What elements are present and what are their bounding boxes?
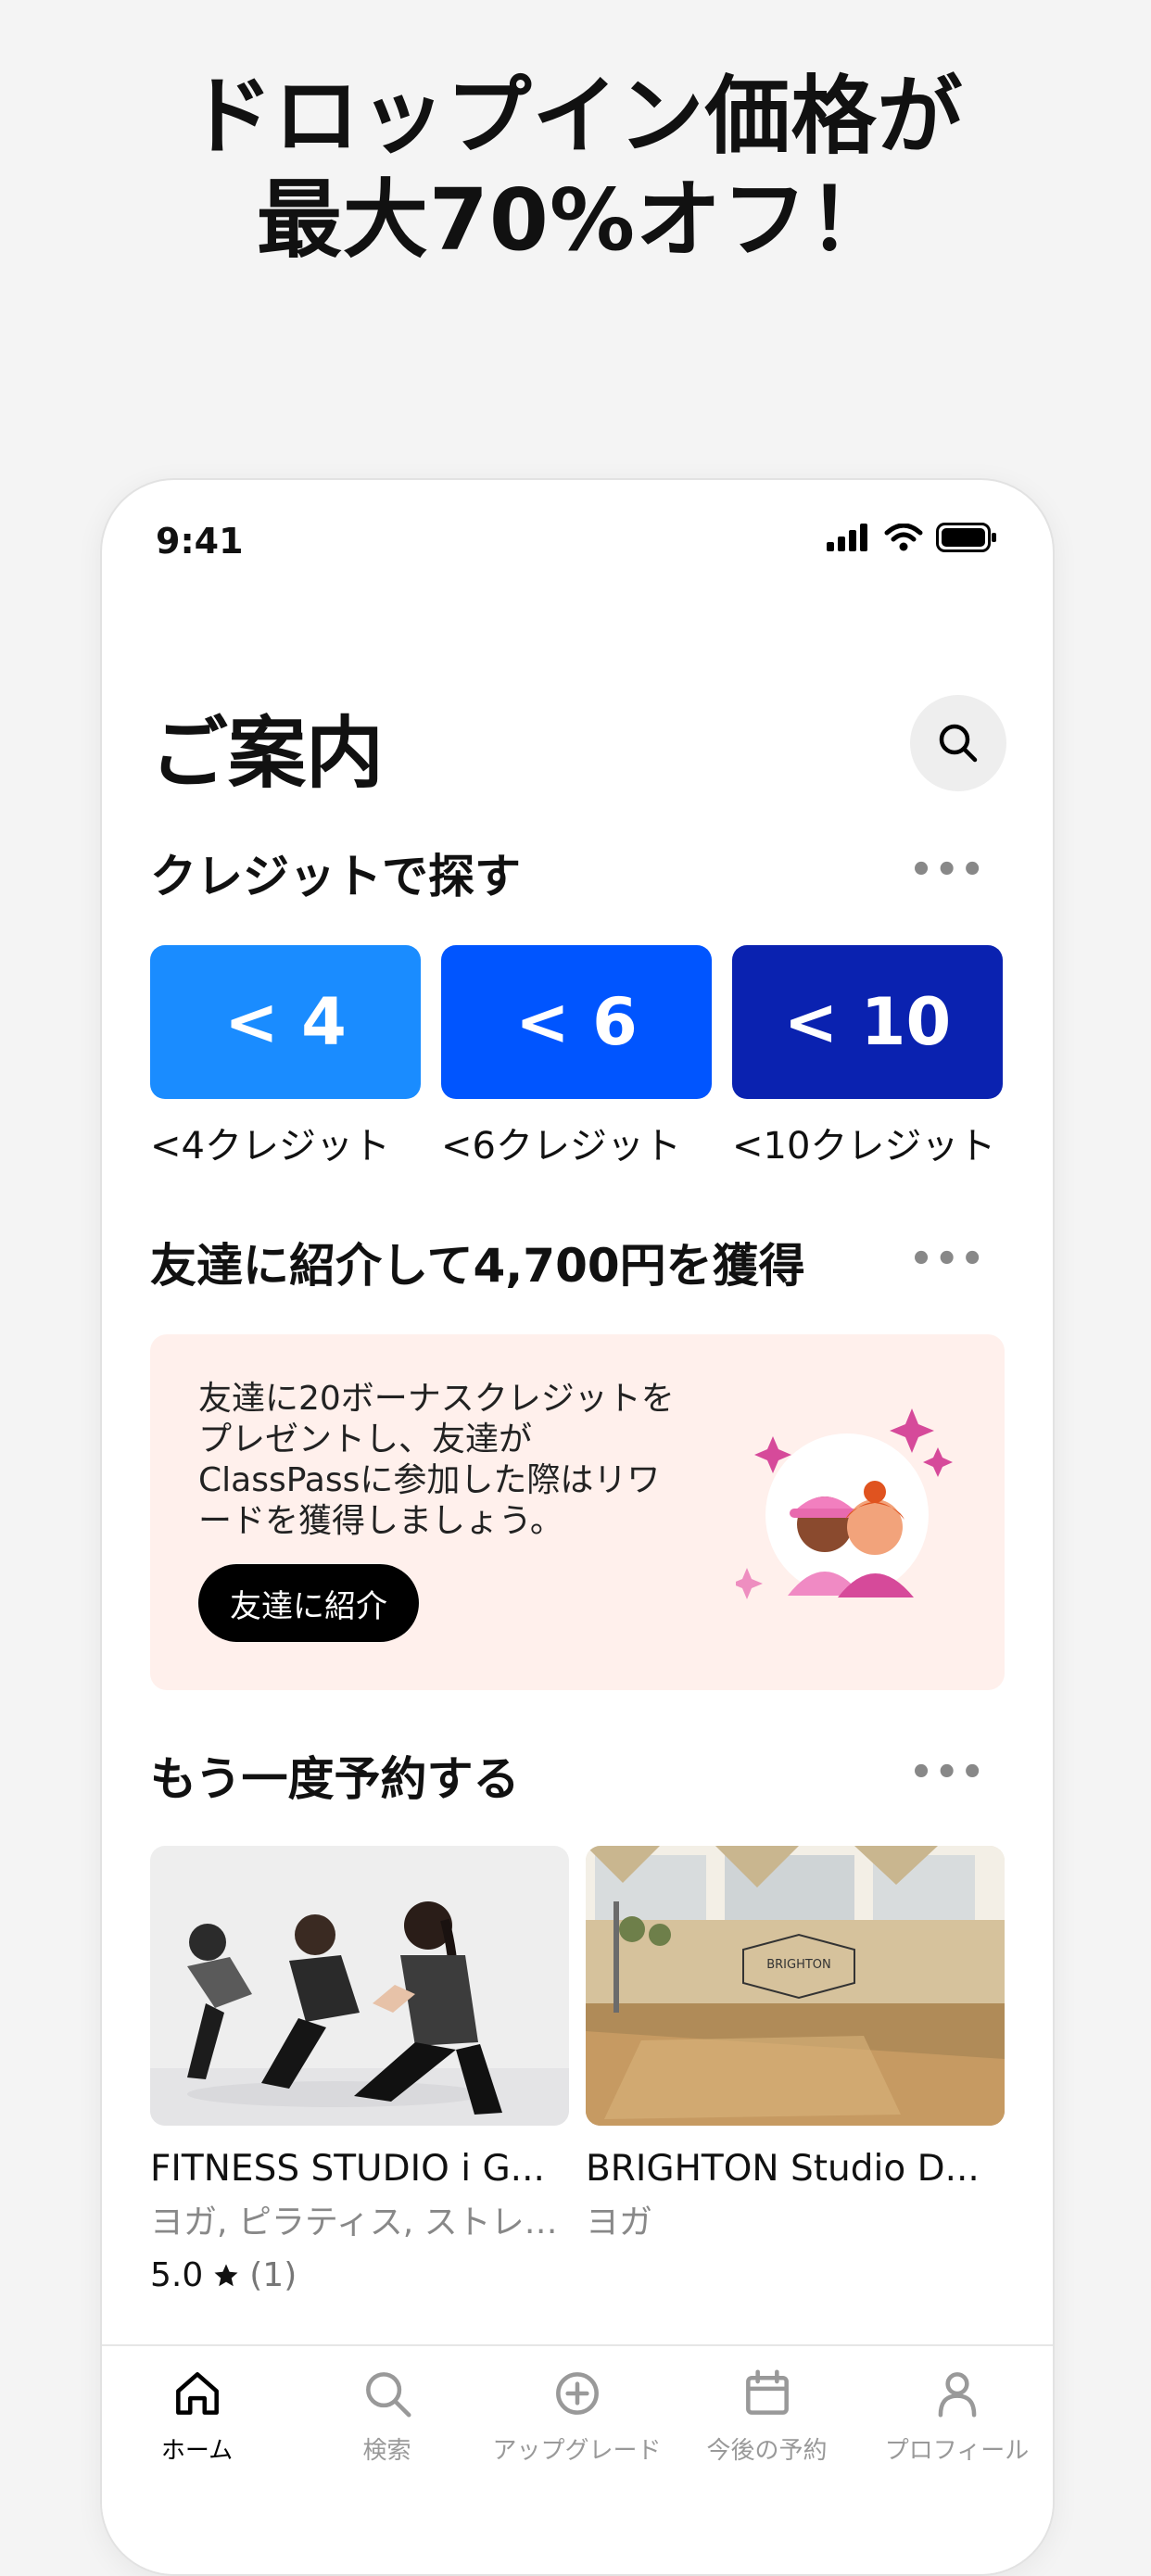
rating-count: (1)	[249, 2256, 297, 2294]
credit-tile-6[interactable]: < 6	[441, 945, 712, 1099]
studio-interior-photo: BRIGHTON	[586, 1846, 1005, 2126]
wifi-icon	[884, 524, 923, 551]
cellular-signal-icon	[827, 524, 867, 551]
credit-tile-4[interactable]: < 4	[150, 945, 421, 1099]
tab-label: 検索	[362, 2437, 411, 2465]
status-icons	[827, 523, 997, 552]
studio-photo-interior: BRIGHTON	[586, 1846, 1005, 2126]
referral-card: 友達に20ボーナスクレジットをプレゼントし、友達がClassPassに参加した際…	[150, 1334, 1005, 1690]
tab-label: アップグレード	[492, 2437, 662, 2465]
studio-photo-yoga-class	[150, 1846, 569, 2126]
tab-upcoming[interactable]: 今後の予約	[672, 2365, 862, 2466]
tab-home[interactable]: ホーム	[102, 2365, 292, 2466]
phone-frame: 9:41 ご案内 クレジットで探す ••• < 4 < 6 < 10 <4クレジ…	[100, 478, 1055, 2576]
headline-line-1: ドロップイン価格が	[187, 67, 964, 166]
credits-more-button[interactable]: •••	[909, 849, 986, 891]
tab-label: プロフィール	[884, 2437, 1030, 2465]
search-button[interactable]	[910, 695, 1006, 791]
search-icon	[939, 724, 978, 763]
tab-label: ホーム	[160, 2437, 234, 2465]
status-time: 9:41	[156, 521, 244, 562]
promo-headline: ドロップイン価格が 最大70%オフ！	[0, 65, 1151, 272]
star-icon	[214, 2264, 238, 2286]
studio-category: ヨガ, ピラティス, ストレ…	[150, 2203, 558, 2241]
credit-tile-value: < 10	[783, 984, 952, 1060]
tab-label: 今後の予約	[706, 2437, 828, 2465]
studio-card-brighton[interactable]: BRIGHTON BRIGHTON Studio D... ヨガ	[586, 1846, 1005, 2243]
credit-label-6: <6クレジット	[441, 1125, 681, 1168]
studio-name: FITNESS STUDIO i G...	[150, 2148, 545, 2190]
credit-label-10: <10クレジット	[732, 1125, 996, 1168]
studio-category: ヨガ	[586, 2203, 653, 2241]
person-icon	[938, 2372, 976, 2418]
tab-search[interactable]: 検索	[292, 2365, 482, 2466]
battery-icon	[936, 523, 996, 552]
rebook-more-button[interactable]: •••	[909, 1751, 986, 1794]
tab-profile[interactable]: プロフィール	[862, 2365, 1052, 2466]
credit-tile-value: < 6	[515, 984, 638, 1060]
friends-illustration	[736, 1408, 953, 1599]
page-title: ご案内	[150, 708, 385, 799]
studio-rating: 5.0 (1)	[150, 2256, 569, 2294]
credit-tile-10[interactable]: < 10	[732, 945, 1003, 1099]
tab-bar: ホーム 検索 アップグレード 今後の予約 プロフィール	[102, 2344, 1053, 2574]
credit-label-4: <4クレジット	[150, 1125, 390, 1168]
credits-section-title: クレジットで探す	[150, 850, 521, 903]
refer-friend-button[interactable]: 友達に紹介	[198, 1564, 419, 1642]
referral-more-button[interactable]: •••	[909, 1238, 986, 1281]
rebook-section-title: もう一度予約する	[150, 1752, 520, 1806]
referral-description: 友達に20ボーナスクレジットをプレゼントし、友達がClassPassに参加した際…	[198, 1380, 675, 1540]
referral-section-title: 友達に紹介して4,700円を獲得	[150, 1239, 805, 1293]
plus-circle-icon	[555, 2372, 599, 2415]
credit-tile-value: < 4	[224, 984, 347, 1060]
rating-value: 5.0	[150, 2256, 204, 2294]
yoga-class-photo	[150, 1846, 569, 2126]
svg-text:BRIGHTON: BRIGHTON	[766, 1958, 831, 1972]
studio-card-fitness[interactable]: FITNESS STUDIO i G... ヨガ, ピラティス, ストレ… 5.…	[150, 1846, 569, 2294]
status-bar: 9:41	[102, 480, 1053, 600]
tab-upgrade[interactable]: アップグレード	[482, 2365, 672, 2466]
search-icon	[365, 2372, 411, 2418]
home-icon	[175, 2372, 219, 2415]
calendar-icon	[745, 2369, 789, 2415]
studio-name: BRIGHTON Studio D...	[586, 2148, 980, 2190]
headline-line-2: 最大70%オフ！	[256, 170, 895, 270]
